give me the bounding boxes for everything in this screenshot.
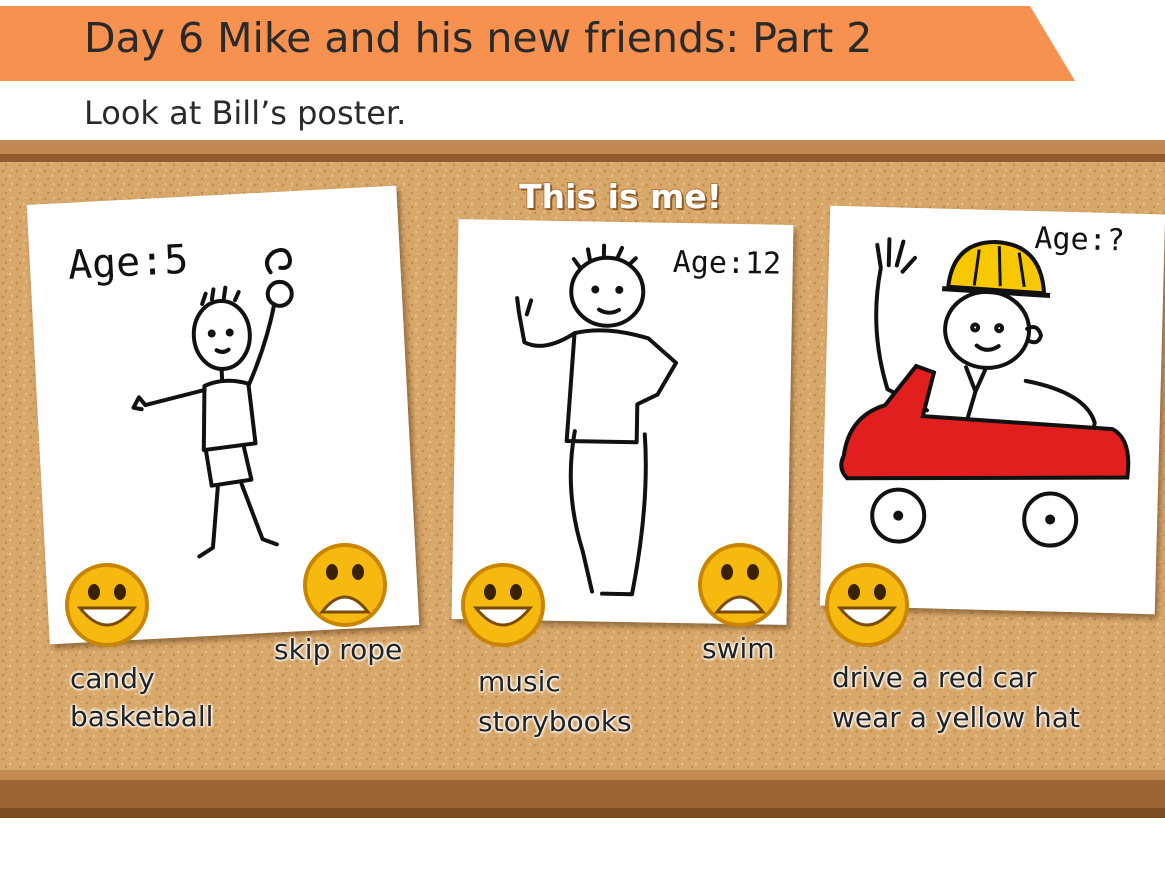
poster-1-age: Age:5 (66, 236, 190, 289)
happy-face-icon (65, 563, 149, 647)
poster-1-like-1: candy (70, 662, 155, 695)
poster-3-age: Age:? (1034, 221, 1126, 259)
sad-face-icon (698, 543, 782, 627)
instruction-text: Look at Bill’s poster. (84, 94, 407, 132)
poster-1-like-2: basketball (70, 700, 214, 733)
poster-3: Age:? (819, 205, 1165, 615)
poster-3-like-1: drive a red car (832, 661, 1037, 694)
poster-2-like-1: music (478, 665, 561, 698)
poster-3-like-2: wear a yellow hat (832, 701, 1080, 734)
poster-2-age: Age:12 (672, 244, 782, 282)
happy-face-icon (825, 563, 909, 647)
sad-face-icon (303, 543, 387, 627)
page-title: Day 6 Mike and his new friends: Part 2 (84, 14, 873, 62)
poster-2-dislike-1: swim (702, 632, 775, 665)
worker-drawing (839, 237, 1131, 548)
poster-2-like-2: storybooks (478, 705, 632, 738)
board-title: This is me! (518, 176, 723, 217)
happy-face-icon (461, 563, 545, 647)
poster-1-dislike-1: skip rope (274, 633, 403, 666)
